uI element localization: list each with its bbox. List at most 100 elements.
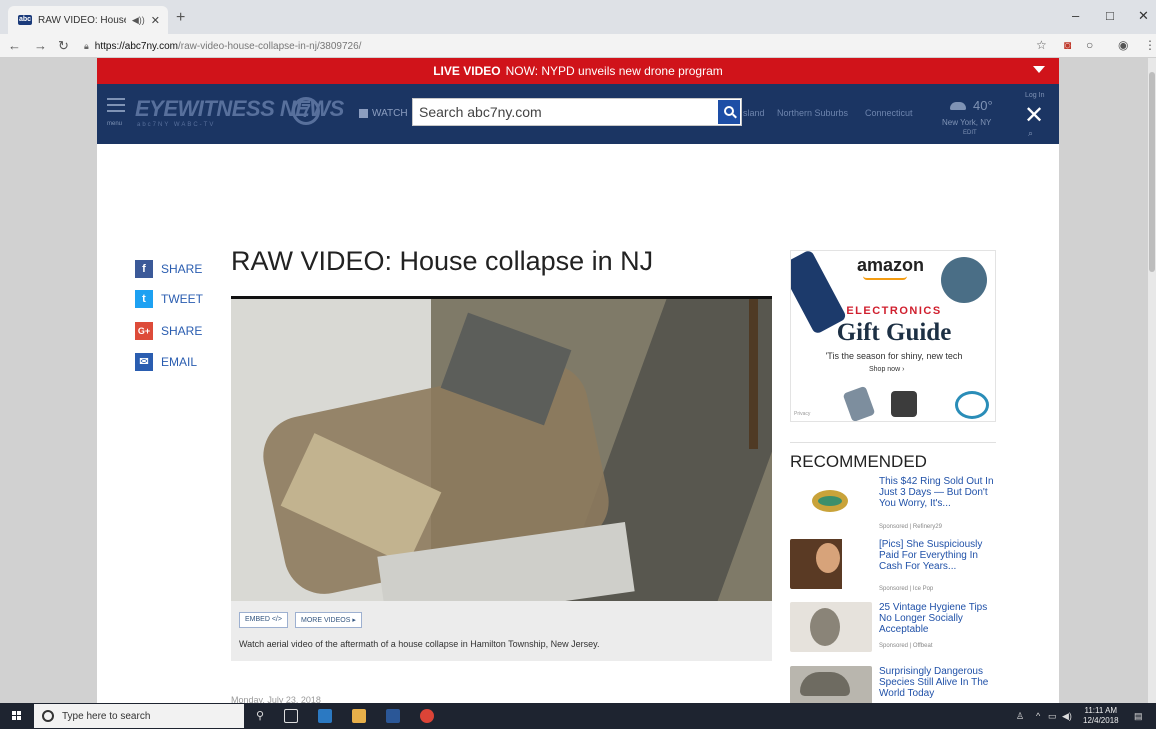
recommended-link[interactable]: 25 Vintage Hygiene Tips No Longer Social… [879, 602, 997, 635]
amazon-smile-icon [863, 276, 907, 280]
tab-title: RAW VIDEO: House collapse [38, 14, 126, 26]
chevron-down-icon[interactable] [1033, 66, 1045, 73]
email-icon: ✉ [135, 353, 153, 371]
chrome-icon[interactable] [420, 709, 434, 723]
windows-taskbar: Type here to search ⚲ ♙ ^ ▭ ◀) 11:11 AM … [0, 703, 1156, 729]
clock-date: 12/4/2018 [1083, 716, 1119, 725]
tray-chevron-icon[interactable]: ^ [1036, 711, 1040, 721]
reload-icon[interactable]: ↻ [58, 38, 69, 54]
back-icon[interactable]: ← [8, 38, 21, 53]
edge-icon[interactable] [318, 709, 332, 723]
recommended-link[interactable]: [Pics] She Suspiciously Paid For Everyth… [879, 539, 997, 572]
article-title: RAW VIDEO: House collapse in NJ [231, 246, 654, 276]
recommended-item[interactable]: Surprisingly Dangerous Species Still Ali… [790, 666, 996, 703]
live-video-label: LIVE VIDEO [433, 64, 501, 78]
weather-city[interactable]: New York, NY [942, 118, 991, 127]
amazon-ad[interactable]: amazon ELECTRONICS Gift Guide 'Tis the s… [790, 250, 996, 422]
share-google-plus[interactable]: G+ SHARE [135, 322, 202, 340]
file-explorer-icon[interactable] [352, 709, 366, 723]
browser-tab[interactable]: abc RAW VIDEO: House collapse ◀)) ✕ [8, 6, 168, 34]
bookmark-star-icon[interactable]: ☆ [1036, 38, 1047, 52]
recommended-link[interactable]: Surprisingly Dangerous Species Still Ali… [879, 666, 997, 699]
menu-label: menu [107, 121, 123, 127]
audio-playing-icon[interactable]: ◀)) [132, 15, 145, 26]
extension2-icon[interactable]: ○ [1086, 38, 1093, 52]
woman-thumbnail [790, 539, 872, 589]
taskbar-clock[interactable]: 11:11 AM 12/4/2018 [1083, 706, 1119, 726]
weather-temp[interactable]: 40° [973, 98, 993, 113]
share-twitter[interactable]: t TWEET [135, 290, 203, 308]
clock-time: 11:11 AM [1084, 706, 1118, 715]
embed-button[interactable]: EMBED </> [239, 612, 288, 628]
recommended-item[interactable]: [Pics] She Suspiciously Paid For Everyth… [790, 539, 996, 597]
watch-link[interactable]: WATCH [359, 108, 408, 119]
maximize-button[interactable]: □ [1106, 8, 1114, 23]
people-icon[interactable]: ♙ [1016, 711, 1024, 722]
hamburger-menu-icon[interactable] [107, 98, 125, 116]
video-caption-area: EMBED </> MORE VIDEOS ▸ Watch aerial vid… [231, 601, 772, 661]
minimize-button[interactable]: – [1072, 8, 1079, 23]
volume-icon[interactable]: ◀) [1062, 711, 1072, 722]
new-tab-button[interactable]: + [176, 9, 185, 27]
taskbar-search[interactable]: Type here to search [34, 704, 244, 728]
nav-link-connecticut[interactable]: Connecticut [865, 108, 913, 118]
live-video-bar[interactable]: LIVE VIDEO NOW: NYPD unveils new drone p… [97, 58, 1059, 84]
more-videos-button[interactable]: MORE VIDEOS ▸ [295, 612, 362, 628]
vintage-thumbnail [790, 602, 872, 652]
article-date: Monday, July 23, 2018 [231, 695, 321, 703]
login-link[interactable]: Log In [1025, 92, 1044, 99]
recommended-item[interactable]: This $42 Ring Sold Out In Just 3 Days — … [790, 476, 996, 534]
share-label: SHARE [161, 262, 203, 276]
forward-icon[interactable]: → [34, 38, 47, 53]
microphone-icon[interactable]: ⚲ [256, 709, 270, 723]
cortana-icon [42, 710, 54, 722]
google-plus-icon: G+ [135, 322, 153, 340]
recommended-item[interactable]: 25 Vintage Hygiene Tips No Longer Social… [790, 602, 996, 660]
email-label: EMAIL [161, 355, 198, 369]
profile-icon[interactable]: ◉ [1118, 38, 1128, 52]
windows-start-icon[interactable] [12, 711, 22, 721]
ring-thumbnail [790, 476, 872, 526]
tab-close-icon[interactable]: ✕ [151, 14, 160, 27]
nav-link-northern-suburbs[interactable]: Northern Suburbs [777, 108, 848, 118]
sponsor-label: Sponsored | Offbeat [879, 643, 933, 649]
abc7-logo-icon[interactable]: 7 [292, 97, 320, 125]
divider [790, 442, 996, 443]
weather-edit[interactable]: EDIT [963, 130, 977, 136]
page-scrollbar[interactable] [1148, 58, 1156, 703]
close-window-button[interactable]: ✕ [1138, 8, 1149, 24]
menu-dots-icon[interactable]: ⋮ [1144, 38, 1156, 52]
ad-subline: 'Tis the season for shiny, new tech [825, 351, 963, 361]
browser-tabstrip: abc RAW VIDEO: House collapse ◀)) ✕ + – … [0, 0, 1156, 34]
nav-link-long-island[interactable]: sland [743, 108, 765, 118]
close-icon[interactable]: ✕ [1024, 104, 1044, 128]
url-host: https://abc7ny.com [94, 40, 178, 52]
site-header: menu EYEWITNESS NEWS abc7NY WABC-TV 7 WA… [97, 84, 1059, 144]
network-icon[interactable]: ▭ [1048, 711, 1057, 722]
ad-privacy[interactable]: Privacy [794, 411, 810, 417]
share-email[interactable]: ✉ EMAIL [135, 353, 197, 371]
recommended-link[interactable]: This $42 Ring Sold Out In Just 3 Days — … [879, 476, 997, 509]
search-icon-small[interactable]: ⌕ [1028, 128, 1033, 139]
taskbar-search-placeholder: Type here to search [62, 710, 151, 722]
ad-headline: Gift Guide [836, 319, 952, 346]
ad-shop-now[interactable]: Shop now › [869, 366, 904, 373]
task-view-icon[interactable] [284, 709, 298, 723]
word-icon[interactable] [386, 709, 400, 723]
turtle-thumbnail [790, 666, 872, 703]
lock-icon: 🔒︎ [84, 40, 89, 51]
recommended-title: RECOMMENDED [790, 452, 927, 471]
share-facebook[interactable]: f SHARE [135, 260, 202, 278]
search-button[interactable] [717, 99, 741, 125]
cloud-icon [950, 102, 966, 110]
notifications-icon[interactable]: ▤ [1134, 711, 1143, 722]
page-viewport: LIVE VIDEO NOW: NYPD unveils new drone p… [0, 58, 1156, 703]
extension-icon[interactable]: ◙ [1064, 38, 1071, 52]
abc-favicon-icon: abc [18, 15, 32, 25]
address-bar[interactable]: 🔒︎ https://abc7ny.com/raw-video-house-co… [84, 36, 1024, 56]
url-path: /raw-video-house-collapse-in-nj/3809726/ [178, 40, 362, 52]
watch-label: WATCH [372, 108, 408, 119]
logo-subtitle: abc7NY WABC-TV [137, 122, 216, 128]
video-player[interactable] [231, 296, 772, 601]
site-search-input[interactable]: Search abc7ny.com [412, 98, 742, 126]
